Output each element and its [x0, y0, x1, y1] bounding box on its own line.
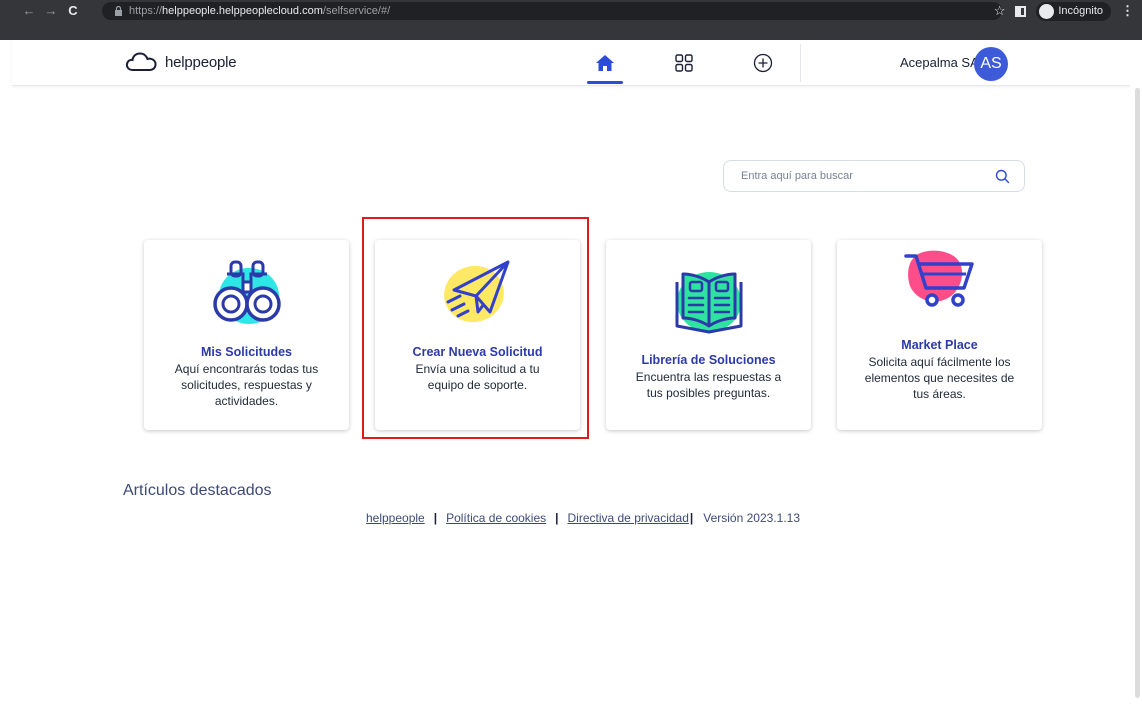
search-icon[interactable]: [995, 169, 1010, 184]
bookmark-star-icon[interactable]: ☆: [994, 3, 1006, 19]
browser-menu-icon[interactable]: ⋮: [1121, 3, 1134, 19]
card-description: Envía una solicitud a tu equipo de sopor…: [415, 362, 540, 392]
apps-grid-icon: [675, 54, 693, 72]
nav-add[interactable]: [745, 49, 781, 77]
search-input[interactable]: [724, 170, 984, 182]
home-icon: [596, 55, 614, 71]
browser-toolbar: ← → C https://helppeople.helppeoplecloud…: [0, 0, 1142, 22]
card-market-place[interactable]: Market Place Solicita aquí fácilmente lo…: [837, 240, 1042, 430]
featured-articles-heading: Artículos destacados: [123, 482, 272, 499]
header-divider: [800, 44, 801, 82]
footer-link-cookies[interactable]: Política de cookies: [446, 511, 546, 525]
search-box: [723, 160, 1025, 192]
card-crear-nueva-solicitud[interactable]: Crear Nueva Solicitud Envía una solicitu…: [375, 240, 580, 430]
logo-text: helppeople: [165, 53, 237, 71]
app-header: helppeople Acepalma SA AS: [12, 40, 1130, 86]
footer: helppeople | Política de cookies | Direc…: [0, 511, 1142, 525]
binoculars-icon: [212, 260, 281, 324]
nav-apps[interactable]: [666, 49, 702, 77]
open-book-icon: [675, 272, 742, 334]
avatar[interactable]: AS: [974, 47, 1008, 81]
footer-link-privacy[interactable]: Directiva de privacidad: [568, 511, 689, 525]
footer-version: Versión 2023.1.13: [703, 511, 800, 525]
footer-separator: |: [689, 511, 694, 525]
card-description: Encuentra las respuestas a tus posibles …: [635, 370, 782, 400]
nav-home[interactable]: [587, 49, 623, 84]
url-text: https://helppeople.helppeoplecloud.com/s…: [129, 5, 391, 17]
footer-separator: |: [433, 511, 438, 525]
address-bar[interactable]: https://helppeople.helppeoplecloud.com/s…: [102, 2, 1002, 20]
card-title: Librería de Soluciones: [641, 353, 776, 367]
card-libreria-de-soluciones[interactable]: Librería de Soluciones Encuentra las res…: [606, 240, 811, 430]
card-mis-solicitudes[interactable]: Mis Solicitudes Aquí encontrarás todas t…: [144, 240, 349, 430]
shopping-cart-icon: [903, 250, 974, 307]
scrollbar-thumb[interactable]: [1135, 88, 1140, 698]
card-title: Crear Nueva Solicitud: [412, 345, 543, 359]
company-name[interactable]: Acepalma SA: [900, 55, 979, 70]
card-title: Mis Solicitudes: [201, 345, 292, 359]
paper-plane-icon: [443, 260, 509, 323]
footer-link-helppeople[interactable]: helppeople: [366, 511, 425, 525]
logo[interactable]: helppeople: [125, 52, 237, 72]
add-circle-icon: [753, 53, 773, 73]
side-panel-icon[interactable]: [1015, 5, 1027, 17]
incognito-label: Incógnito: [1058, 5, 1103, 17]
incognito-icon: [1039, 3, 1055, 19]
footer-separator: |: [555, 511, 559, 525]
card-description: Solicita aquí fácilmente los elementos q…: [864, 355, 1015, 401]
card-title: Market Place: [901, 338, 978, 352]
cloud-logo-icon: [125, 52, 157, 71]
browser-chrome: ← → C https://helppeople.helppeoplecloud…: [0, 0, 1142, 40]
reload-icon[interactable]: C: [62, 0, 84, 22]
incognito-badge[interactable]: Incógnito: [1036, 1, 1111, 21]
page-scrollbar[interactable]: [1130, 40, 1142, 716]
forward-arrow-icon[interactable]: →: [40, 0, 62, 22]
lock-icon: [115, 6, 122, 16]
card-description: Aquí encontrarás todas tus solicitudes, …: [174, 362, 319, 408]
back-arrow-icon[interactable]: ←: [18, 0, 40, 22]
